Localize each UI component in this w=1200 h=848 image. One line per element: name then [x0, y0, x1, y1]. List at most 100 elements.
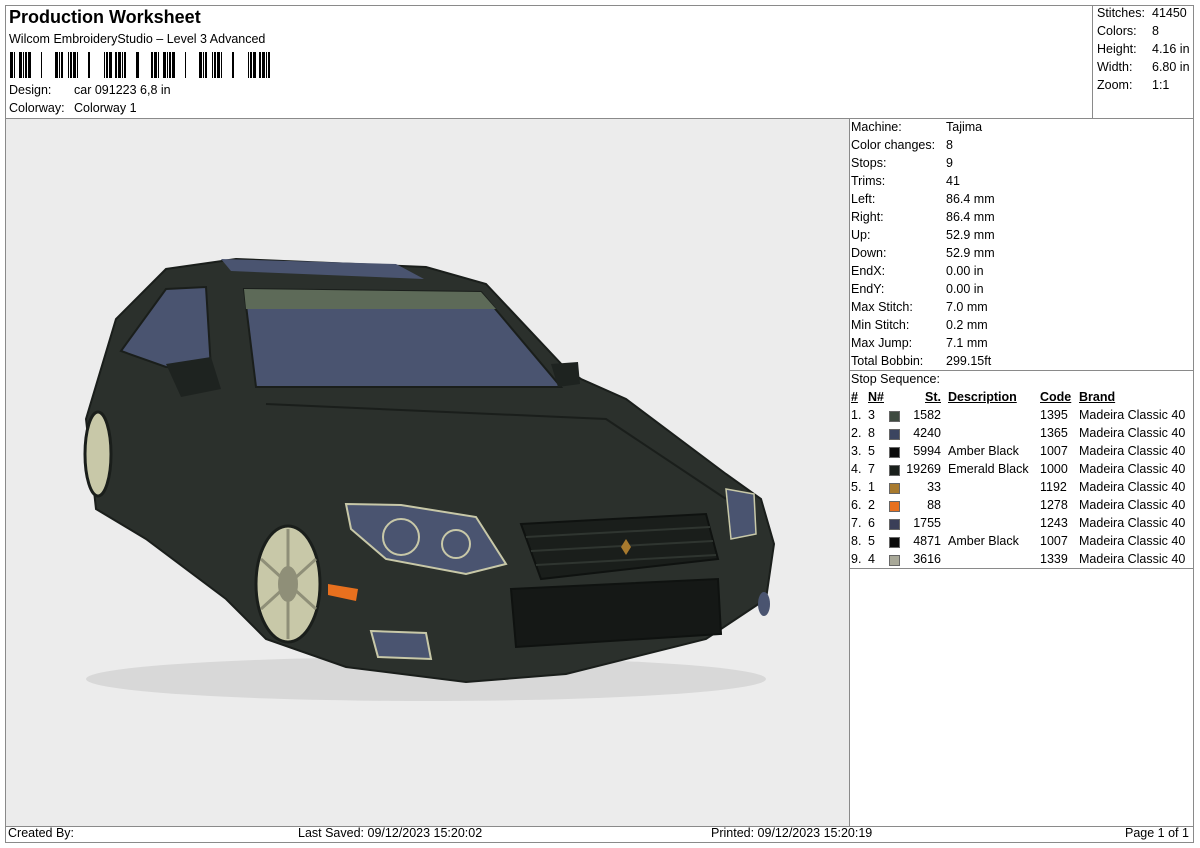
info-value: 7.1 mm — [946, 336, 988, 350]
stop-row: 9. 4 3616 1339 Madeira Classic 40 — [851, 552, 1191, 570]
info-label: EndX: — [851, 264, 886, 278]
info-label: Right: — [851, 210, 884, 224]
barcode-bar — [118, 52, 121, 78]
stop-stitches: 3616 — [913, 552, 941, 566]
stop-row: 2. 8 4240 1365 Madeira Classic 40 — [851, 426, 1191, 444]
stop-sequence-title: Stop Sequence: — [851, 372, 940, 386]
stop-code: 1365 — [1040, 426, 1068, 440]
barcode-bar — [19, 52, 22, 78]
machine-info-row: Max Stitch: 7.0 mm — [851, 300, 988, 314]
barcode-bar — [41, 52, 42, 78]
software-subtitle: Wilcom EmbroideryStudio – Level 3 Advanc… — [9, 32, 266, 46]
stop-code: 1243 — [1040, 516, 1068, 530]
stop-code: 1278 — [1040, 498, 1068, 512]
car-illustration — [83, 257, 776, 701]
barcode-bar — [248, 52, 249, 78]
barcode-bar — [158, 52, 159, 78]
barcode-bar — [122, 52, 123, 78]
barcode-bar — [185, 52, 186, 78]
info-value: 0.2 mm — [946, 318, 988, 332]
barcode-bar — [217, 52, 220, 78]
info-label: Down: — [851, 246, 887, 260]
stat-label: Colors: — [1097, 24, 1137, 38]
barcode-bar — [268, 52, 270, 78]
preview-divider — [849, 118, 850, 826]
info-value: 86.4 mm — [946, 210, 995, 224]
barcode-bar — [259, 52, 261, 78]
colorway-value: Colorway 1 — [74, 101, 137, 115]
thread-color-swatch — [889, 519, 900, 530]
stop-description: Emerald Black — [948, 462, 1029, 476]
barcode-bar — [169, 52, 171, 78]
machine-info-row: Up: 52.9 mm — [851, 228, 995, 242]
barcode-bar — [253, 52, 256, 78]
col-header-num: # — [851, 390, 858, 404]
machine-info-row: Down: 52.9 mm — [851, 246, 995, 260]
stop-code: 1192 — [1040, 480, 1067, 494]
stop-num: 5. — [851, 480, 862, 494]
footer-page-number: Page 1 of 1 — [1125, 826, 1189, 840]
barcode-bar — [136, 52, 139, 78]
stop-stitches: 1755 — [913, 516, 941, 530]
stop-row: 8. 5 4871 Amber Black 1007 Madeira Classic 40 — [851, 534, 1191, 552]
barcode-bar — [104, 52, 105, 78]
design-label: Design: — [9, 83, 52, 97]
barcode-bar — [10, 52, 13, 78]
stop-needle: 8 — [868, 426, 875, 440]
stop-code: 1395 — [1040, 408, 1068, 422]
machine-info-row: Color changes: 8 — [851, 138, 953, 152]
barcode-graphic — [10, 52, 270, 78]
stop-code: 1007 — [1040, 534, 1068, 548]
col-header-code: Code — [1040, 390, 1072, 404]
stop-needle: 2 — [868, 498, 875, 512]
barcode-bar — [70, 52, 72, 78]
stop-num: 6. — [851, 498, 862, 512]
stop-row: 7. 6 1755 1243 Madeira Classic 40 — [851, 516, 1191, 534]
barcode-bar — [55, 52, 58, 78]
stop-needle: 4 — [868, 552, 875, 566]
stop-stitches: 4240 — [913, 426, 941, 440]
stop-stitches: 5994 — [913, 444, 941, 458]
stat-value: 6.80 in — [1152, 60, 1190, 74]
machine-info-row: Total Bobbin: 299.15ft — [851, 354, 991, 368]
barcode-bar — [68, 52, 69, 78]
stop-row: 1. 3 1582 1395 Madeira Classic 40 — [851, 408, 1191, 426]
thread-color-swatch — [889, 429, 900, 440]
stop-needle: 5 — [868, 534, 875, 548]
barcode-bar — [151, 52, 153, 78]
barcode-bar — [23, 52, 24, 78]
info-label: Up: — [851, 228, 871, 242]
barcode-bar — [199, 52, 202, 78]
thread-color-swatch — [889, 447, 900, 458]
barcode-bar — [14, 52, 15, 78]
barcode-bar — [124, 52, 126, 78]
info-label: Machine: — [851, 120, 902, 134]
stop-needle: 5 — [868, 444, 875, 458]
barcode-bar — [250, 52, 252, 78]
stop-brand: Madeira Classic 40 — [1079, 408, 1186, 422]
barcode-bar — [59, 52, 60, 78]
stop-brand: Madeira Classic 40 — [1079, 480, 1186, 494]
barcode-bar — [28, 52, 31, 78]
info-value: 8 — [946, 138, 953, 152]
footer-created-by: Created By: — [8, 826, 75, 840]
info-label: EndY: — [851, 282, 885, 296]
stat-colors: Colors: 8 — [1097, 24, 1159, 38]
stats-divider — [1092, 5, 1093, 118]
barcode-bar — [266, 52, 267, 78]
barcode-bar — [88, 52, 90, 78]
stop-needle: 1 — [868, 480, 875, 494]
stat-value: 41450 — [1152, 6, 1187, 20]
stat-label: Height: — [1097, 42, 1137, 56]
info-label: Total Bobbin: — [851, 354, 924, 368]
barcode-bar — [167, 52, 168, 78]
machine-info-row: Trims: 41 — [851, 174, 960, 188]
barcode-bar — [77, 52, 78, 78]
design-value: car 091223 6,8 in — [74, 83, 171, 97]
stop-num: 1. — [851, 408, 862, 422]
barcode-bar — [109, 52, 112, 78]
stat-label: Stitches: — [1097, 6, 1145, 20]
col-header-st: St. — [925, 390, 941, 404]
thread-color-swatch — [889, 465, 900, 476]
info-value: 52.9 mm — [946, 228, 995, 242]
